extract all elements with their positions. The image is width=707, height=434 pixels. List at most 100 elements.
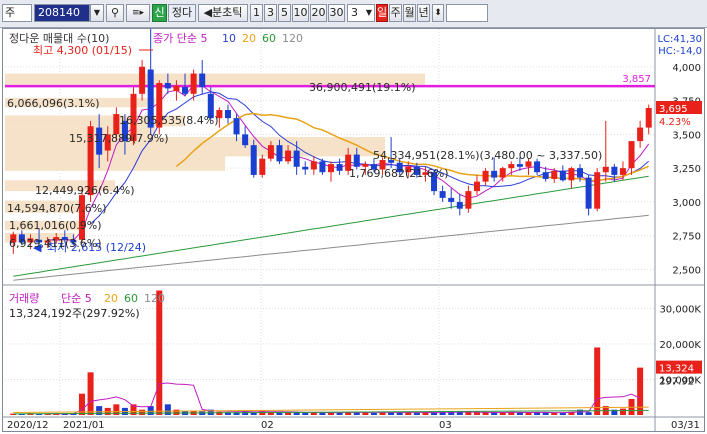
new-stock-badge: 신 — [152, 4, 167, 22]
stock-name-field: 정다 — [168, 4, 196, 22]
volume-bar — [156, 290, 163, 415]
volume-bar — [499, 412, 506, 415]
volume-bar — [456, 412, 463, 415]
candle-body — [233, 118, 240, 135]
candle-body — [327, 164, 335, 173]
candle-body — [259, 158, 266, 175]
period-button-30[interactable]: 30 — [328, 4, 345, 22]
candle-body — [491, 170, 498, 178]
candle-body — [559, 170, 566, 181]
price-tick-label: 2,750 — [672, 232, 701, 243]
price-tick-label: 4,000 — [672, 63, 701, 74]
stock-name: 정다 — [171, 6, 193, 19]
time-axis-label: 03 — [439, 420, 452, 431]
candle-body — [139, 66, 146, 94]
volume-profile-label: 14,594,870(7.6%) — [7, 202, 107, 215]
stock-info-button[interactable]: ≡▸ — [126, 4, 150, 22]
candle-body — [594, 172, 601, 209]
volume-legend-ma20: 20 — [104, 292, 118, 305]
count-input[interactable] — [446, 4, 488, 22]
period-button-5[interactable]: 5 — [278, 4, 291, 22]
candle-body — [602, 166, 609, 173]
candle-body — [465, 191, 472, 209]
candle-body — [250, 145, 257, 175]
volume-bar — [637, 367, 644, 415]
price-legend-ma10: 10 — [222, 32, 236, 45]
change-percent-label: 4.23% — [659, 117, 691, 128]
lc-label: LC:41,30 — [657, 34, 702, 45]
volume-profile-label: 36,900,491(19.1%) — [309, 81, 416, 94]
volume-tick-label: 30,000K — [659, 304, 701, 315]
candle-body — [276, 145, 283, 162]
volume-bar — [619, 408, 626, 415]
candle-body — [310, 161, 317, 170]
year-button[interactable]: 년 — [417, 4, 430, 22]
volume-profile-band — [5, 156, 225, 171]
period-button-10[interactable]: 10 — [292, 4, 309, 22]
price-tick-label: 3,250 — [672, 164, 701, 175]
volume-bar — [302, 412, 309, 415]
period-selected-value: 3 — [351, 6, 358, 19]
volume-bar — [327, 412, 335, 415]
candle-body — [448, 197, 455, 202]
volume-profile-label: 12,449,926(6.4%) — [35, 184, 135, 197]
current-price-value: 3,695 — [659, 104, 688, 115]
week-label: 주 — [390, 6, 401, 19]
scroll-updown-button[interactable]: ⬍ — [432, 4, 444, 22]
volume-tag-value: 13,324 — [659, 364, 694, 375]
stock-code-input[interactable]: 208140 — [34, 4, 90, 22]
tick-period-button[interactable]: ◀분초틱 — [198, 4, 248, 22]
year-label: 년 — [418, 6, 429, 19]
candle-body — [336, 164, 343, 171]
candle-body — [293, 150, 300, 167]
volume-bar — [594, 347, 601, 415]
week-button[interactable]: 주 — [389, 4, 402, 22]
candle-body — [568, 168, 575, 181]
toolbar: 주 208140 ▼ ⚲ ≡▸ 신 정다 ◀분초틱 1 3 5 10 20 30 3 ▼ 일… — [0, 0, 707, 28]
market-label: 주 — [5, 6, 16, 19]
chevron-down-icon: ▼ — [93, 8, 101, 17]
volume-legend-ma120: 120 — [144, 292, 165, 305]
new-badge-label: 신 — [154, 6, 165, 19]
search-button[interactable]: ⚲ — [106, 4, 124, 22]
period-button-3[interactable]: 3 — [264, 4, 277, 22]
volume-pct-label: 297.92 — [659, 377, 694, 388]
volume-bar — [465, 412, 472, 415]
price-legend-ma120: 120 — [282, 32, 303, 45]
candle-body — [619, 168, 626, 175]
candle-body — [577, 168, 584, 178]
candle-body — [242, 134, 249, 146]
volume-bar — [396, 412, 403, 415]
volume-bar — [370, 412, 377, 415]
candle-body — [637, 127, 644, 142]
hc-label: HC:-14,0 — [658, 46, 702, 57]
volume-profile-label: 54,334,951(28.1%)(3,480.00 ~ 3,337.50) — [373, 149, 602, 162]
up-down-arrow-icon: ⬍ — [434, 8, 442, 18]
candle-body — [473, 181, 480, 192]
month-button[interactable]: 월 — [403, 4, 416, 22]
candle-body — [516, 164, 523, 167]
period-button-1[interactable]: 1 — [250, 4, 263, 22]
high-price-label: 최고 4,300 (01/15) — [33, 44, 132, 57]
candle-body — [508, 164, 515, 169]
period-select[interactable]: 3 ▼ — [347, 4, 375, 22]
candle-body — [525, 161, 532, 167]
chart-frame: 4,0003,7503,5003,2503,0002,7502,50030,00… — [2, 26, 705, 432]
candle-body — [285, 150, 292, 162]
code-dropdown-button[interactable]: ▼ — [90, 4, 104, 22]
menu-icon: ≡▸ — [131, 8, 145, 18]
candle-body — [164, 83, 171, 89]
month-label: 월 — [404, 6, 415, 19]
market-select[interactable]: 주 — [2, 4, 32, 22]
chart-canvas[interactable]: 4,0003,7503,5003,2503,0002,7502,50030,00… — [3, 26, 704, 431]
period-button-20[interactable]: 20 — [310, 4, 327, 22]
candle-body — [199, 73, 206, 88]
candle-body — [353, 154, 360, 167]
volume-bar — [139, 409, 146, 415]
volume-bar — [173, 409, 180, 415]
candle-body — [542, 172, 549, 179]
candle-body — [499, 168, 506, 178]
volume-profile-label: 6,066,096(3.1%) — [7, 97, 100, 110]
day-button[interactable]: 일 — [376, 4, 388, 22]
time-axis-label: 03/31 — [671, 420, 700, 431]
